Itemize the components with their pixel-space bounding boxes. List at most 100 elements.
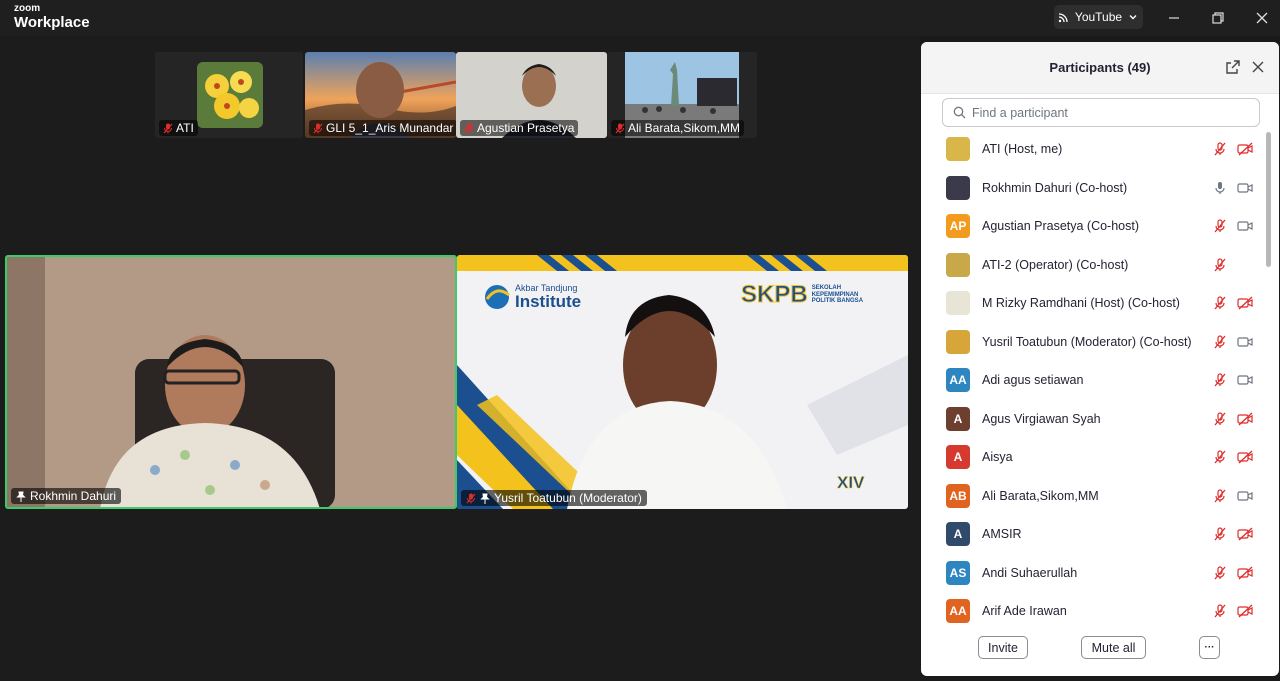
participant-row[interactable]: AA Adi agus setiawan <box>921 361 1267 400</box>
avatar <box>946 137 970 162</box>
active-speaker-tile[interactable]: Rokhmin Dahuri <box>5 255 457 509</box>
video-off-icon[interactable] <box>1237 450 1254 464</box>
institute-logo: Akbar Tandjung Institute <box>515 283 581 310</box>
participant-name: ATI-2 (Operator) (Co-host) <box>982 257 1129 272</box>
search-input[interactable] <box>972 105 1232 120</box>
mic-muted-icon[interactable] <box>1213 450 1227 464</box>
participant-name: Andi Suhaerullah <box>982 565 1078 580</box>
participant-name: Arif Ade Irawan <box>982 604 1067 619</box>
youtube-label: YouTube <box>1074 10 1123 24</box>
participant-row[interactable]: A Aisya <box>921 438 1267 477</box>
video-thumbnail[interactable]: Agustian Prasetya <box>456 52 607 138</box>
avatar <box>197 62 263 128</box>
mic-muted-icon[interactable] <box>1213 604 1227 618</box>
mic-muted-icon[interactable] <box>1213 142 1227 156</box>
video-thumbnail[interactable]: ATI <box>155 52 303 138</box>
mic-muted-icon[interactable] <box>1213 412 1227 426</box>
participant-name-tag: Yusril Toatubun (Moderator) <box>461 490 647 506</box>
mic-muted-icon[interactable] <box>1213 489 1227 503</box>
avatar: AB <box>946 483 970 508</box>
mic-muted-icon[interactable] <box>1213 219 1227 233</box>
mic-muted-icon[interactable] <box>1213 258 1227 272</box>
participant-row[interactable]: A AMSIR <box>921 515 1267 554</box>
participant-row[interactable]: AS Andi Suhaerullah <box>921 554 1267 593</box>
batch-number: XIV <box>837 473 865 493</box>
avatar: AA <box>946 368 970 393</box>
participant-name: AMSIR <box>982 527 1022 542</box>
participant-row[interactable]: AB Ali Barata,Sikom,MM <box>921 477 1267 516</box>
video-off-icon[interactable] <box>1237 527 1254 541</box>
video-icon[interactable] <box>1237 219 1254 233</box>
participant-list: ATI (Host, me) Rokhmin Dahuri (Co-host) AP… <box>921 130 1267 626</box>
video-thumbnail[interactable]: Ali Barata,Sikom,MM <box>607 52 757 138</box>
scrollbar-thumb[interactable] <box>1266 132 1271 267</box>
participant-row[interactable]: AP Agustian Prasetya (Co-host) <box>921 207 1267 246</box>
skpb-logo: SKPB SEKOLAH KEPEMIMPINAN POLITIK BANGSA <box>741 281 864 309</box>
avatar: AS <box>946 560 970 585</box>
pop-out-button[interactable] <box>1225 59 1243 77</box>
close-icon <box>1252 61 1264 73</box>
video-thumbnail[interactable]: GLI 5_1_Aris Munandar <box>305 52 456 138</box>
mic-muted-icon <box>163 123 173 133</box>
video-tile[interactable]: Akbar Tandjung Institute SKPB SEKOLAH KE… <box>457 255 908 509</box>
skpb-sub1: SEKOLAH <box>811 285 842 292</box>
participant-name: Agustian Prasetya (Co-host) <box>982 219 1140 234</box>
thumbnail-name: Ali Barata,Sikom,MM <box>628 121 741 135</box>
more-options-button[interactable]: ··· <box>1199 636 1220 659</box>
mic-icon[interactable] <box>1213 181 1227 195</box>
mic-muted-icon[interactable] <box>1213 335 1227 349</box>
video-off-icon[interactable] <box>1237 604 1254 618</box>
skpb-text: SKPB <box>741 281 809 309</box>
video-off-icon[interactable] <box>1237 142 1254 156</box>
participant-row[interactable]: A Agus Virgiawan Syah <box>921 400 1267 439</box>
participant-row[interactable]: Yusril Toatubun (Moderator) (Co-host) <box>921 323 1267 362</box>
mute-all-button[interactable]: Mute all <box>1081 636 1146 659</box>
pin-icon <box>480 493 490 504</box>
participant-list-scrollbar[interactable] <box>1266 130 1272 626</box>
youtube-stream-button[interactable]: YouTube <box>1054 5 1143 29</box>
tile-name: Yusril Toatubun (Moderator) <box>494 491 642 505</box>
participant-name: ATI (Host, me) <box>982 142 1063 157</box>
institute-big-text: Institute <box>515 292 582 311</box>
mic-muted-icon <box>615 123 625 133</box>
video-icon[interactable] <box>1237 335 1254 349</box>
participant-name-tag: GLI 5_1_Aris Munandar <box>309 120 456 136</box>
tile-name: Rokhmin Dahuri <box>30 489 117 503</box>
participant-row[interactable]: ATI (Host, me) <box>921 130 1267 169</box>
participant-row[interactable]: AA Arif Ade Irawan <box>921 592 1267 626</box>
participant-name: M Rizky Ramdhani (Host) (Co-host) <box>982 296 1180 311</box>
mic-muted-icon[interactable] <box>1213 296 1227 310</box>
minimize-button[interactable] <box>1164 8 1184 28</box>
participant-row[interactable]: ATI-2 (Operator) (Co-host) <box>921 246 1267 285</box>
video-icon[interactable] <box>1237 489 1254 503</box>
restore-button[interactable] <box>1208 8 1228 28</box>
avatar: A <box>946 445 970 470</box>
video-icon[interactable] <box>1237 373 1254 387</box>
mic-muted-icon <box>466 493 476 503</box>
video-off-icon[interactable] <box>1237 296 1254 310</box>
minimize-icon <box>1169 17 1179 19</box>
close-window-button[interactable] <box>1252 8 1272 28</box>
participant-name-tag: Agustian Prasetya <box>460 120 579 136</box>
participants-panel: Participants (49) ATI (Host, me) Rokhmin … <box>921 42 1279 676</box>
video-off-icon[interactable] <box>1237 566 1254 580</box>
participant-row[interactable]: M Rizky Ramdhani (Host) (Co-host) <box>921 284 1267 323</box>
avatar: AP <box>946 214 970 239</box>
participant-name-tag: ATI <box>159 120 198 136</box>
video-off-icon[interactable] <box>1237 412 1254 426</box>
invite-button[interactable]: Invite <box>978 636 1028 659</box>
brand-bottom: Workplace <box>14 14 90 31</box>
close-panel-button[interactable] <box>1251 59 1269 77</box>
mic-muted-icon[interactable] <box>1213 527 1227 541</box>
participant-search[interactable] <box>942 98 1260 127</box>
video-icon[interactable] <box>1237 181 1254 195</box>
participant-row[interactable]: Rokhmin Dahuri (Co-host) <box>921 169 1267 208</box>
mic-muted-icon[interactable] <box>1213 566 1227 580</box>
thumbnail-name: Agustian Prasetya <box>477 121 575 135</box>
participant-name: Yusril Toatubun (Moderator) (Co-host) <box>982 334 1192 349</box>
participant-name: Adi agus setiawan <box>982 373 1084 388</box>
zoom-logo: zoom Workplace <box>14 4 90 31</box>
mic-muted-icon[interactable] <box>1213 373 1227 387</box>
avatar <box>946 291 970 316</box>
live-stream-icon <box>1058 13 1068 23</box>
